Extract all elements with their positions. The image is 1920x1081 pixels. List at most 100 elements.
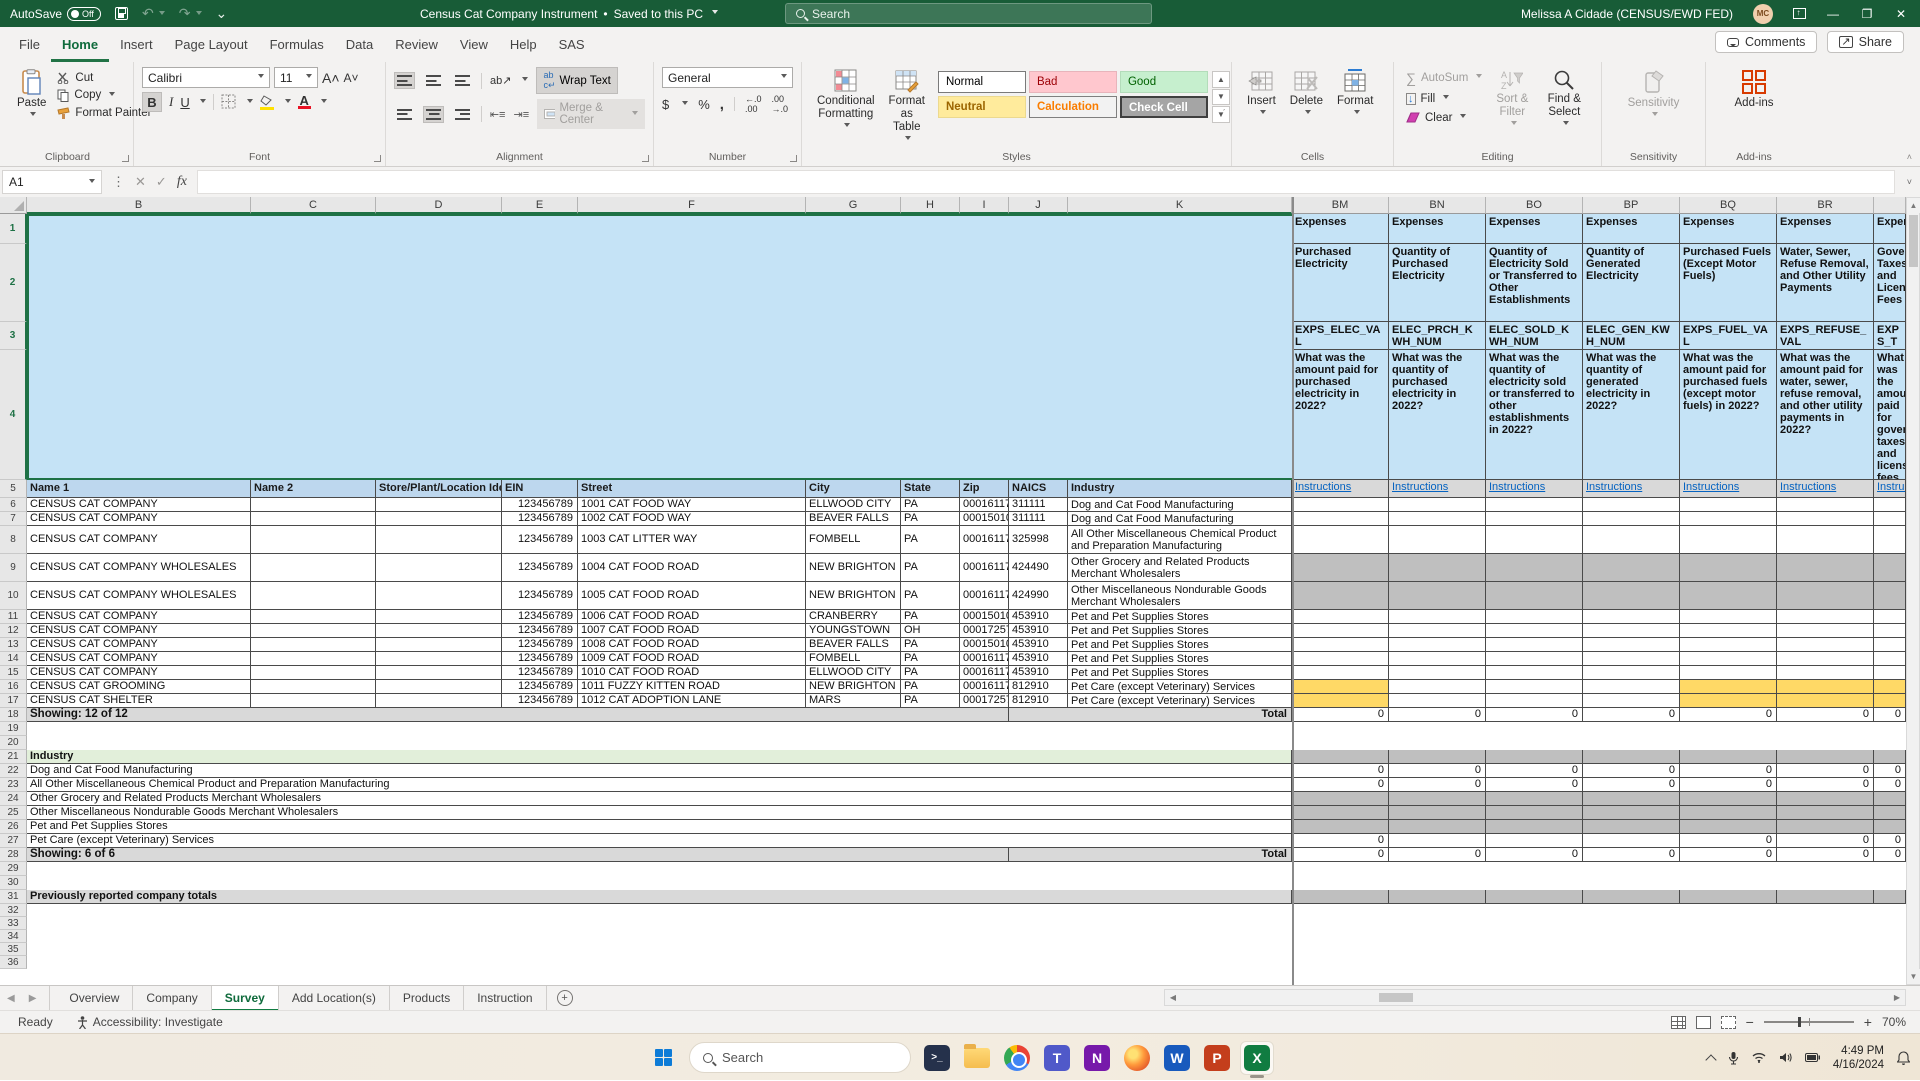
grid-cell[interactable]: 0 [1486,848,1583,862]
zoom-out-icon[interactable]: − [1746,1014,1754,1030]
grid-cell[interactable] [1777,820,1874,834]
grid-cell[interactable]: 0 [1486,764,1583,778]
grid-cell[interactable] [1292,680,1389,694]
find-select-button[interactable]: Find & Select [1538,67,1590,130]
cell-store-plant-location-identification[interactable] [376,610,502,624]
page-layout-view-icon[interactable] [1696,1016,1711,1029]
grid-cell[interactable] [1680,582,1777,610]
column-header-BR[interactable]: BR [1777,197,1874,214]
grid-cell[interactable] [1874,498,1906,512]
grid-cell[interactable] [1874,792,1906,806]
select-all-corner[interactable] [0,197,27,214]
ribbon-tab-help[interactable]: Help [499,27,548,62]
align-right-icon[interactable] [452,106,473,123]
cell-name-1[interactable]: CENSUS CAT SHELTER [27,694,251,708]
cell-ein[interactable]: 123456789 [502,610,578,624]
grid-cell[interactable] [1777,806,1874,820]
page-break-view-icon[interactable] [1721,1016,1736,1029]
cell-name-2[interactable] [251,666,376,680]
grid-cell[interactable] [1389,806,1486,820]
cell-street[interactable]: 1004 CAT FOOD ROAD [578,554,806,582]
battery-icon[interactable] [1805,1053,1820,1062]
cell-street[interactable]: 1012 CAT ADOPTION LANE [578,694,806,708]
vertical-scrollbar[interactable]: ▲ ▼ [1906,197,1920,985]
cell-name-2[interactable] [251,512,376,526]
sort-filter-button[interactable]: AZ Sort & Filter [1486,67,1538,130]
taskbar-app-file-explorer[interactable] [960,1041,994,1075]
row-header-22[interactable]: 22 [0,764,27,778]
formula-input[interactable] [197,170,1895,194]
ribbon-tab-sas[interactable]: SAS [548,27,596,62]
cell-ein[interactable]: 123456789 [502,666,578,680]
row-header-10[interactable]: 10 [0,582,27,610]
cell-name-1[interactable]: CENSUS CAT COMPANY WHOLESALES [27,582,251,610]
grid-body[interactable]: 1234ExpensesPurchased ElectricityEXPS_EL… [0,214,1906,985]
cell-zip[interactable]: 00016117 [960,554,1009,582]
grid-cell[interactable] [1486,806,1583,820]
vertical-scroll-thumb[interactable] [1909,215,1918,267]
borders-icon[interactable] [221,94,237,110]
grid-cell[interactable] [1486,792,1583,806]
grid-cell[interactable] [1777,680,1874,694]
taskbar-app-excel[interactable]: X [1240,1041,1274,1075]
cell-name-1[interactable]: CENSUS CAT COMPANY [27,526,251,554]
grid-cell[interactable] [1292,512,1389,526]
cancel-entry-icon[interactable]: ✕ [135,174,146,190]
cell-zip[interactable]: 00016117 [960,666,1009,680]
zoom-in-icon[interactable]: + [1864,1014,1872,1030]
grid-cell[interactable] [1680,512,1777,526]
grid-cell[interactable] [1583,680,1680,694]
grid-cell[interactable] [1486,652,1583,666]
row-header-17[interactable]: 17 [0,694,27,708]
cell-city[interactable]: NEW BRIGHTON [806,554,901,582]
gallery-down-icon[interactable]: ▼ [1212,89,1230,106]
grid-cell[interactable]: 0 [1292,848,1389,862]
grid-cell[interactable] [1292,806,1389,820]
row-header-33[interactable]: 33 [0,917,27,930]
cell-style-calculation[interactable]: Calculation [1029,96,1117,118]
decrease-decimal-icon[interactable]: .00→.0 [771,94,788,114]
row-header-23[interactable]: 23 [0,778,27,792]
ribbon-tab-view[interactable]: View [449,27,499,62]
cell-naics[interactable]: 311111 [1009,512,1068,526]
percent-format-icon[interactable]: % [698,97,710,112]
grid-cell[interactable] [1292,610,1389,624]
cell-industry[interactable]: All Other Miscellaneous Chemical Product… [1068,526,1292,554]
grid-cell[interactable] [1583,666,1680,680]
table-header-naics[interactable]: NAICS [1009,480,1068,498]
zoom-level[interactable]: 70% [1882,1015,1906,1029]
grid-cell[interactable] [1486,694,1583,708]
comments-button[interactable]: Comments [1715,31,1817,53]
grid-cell[interactable] [1486,666,1583,680]
cell-street[interactable]: 1001 CAT FOOD WAY [578,498,806,512]
grid-cell[interactable] [1389,792,1486,806]
cell-zip[interactable]: 00016117 [960,498,1009,512]
namebox-options-icon[interactable]: ⋮ [112,174,125,190]
grid-cell[interactable] [1486,526,1583,554]
grid-cell[interactable]: 0 [1486,778,1583,792]
cell-name-2[interactable] [251,624,376,638]
cell-name-2[interactable] [251,498,376,512]
cell-name-1[interactable]: CENSUS CAT COMPANY WHOLESALES [27,554,251,582]
orientation-icon[interactable]: ab↗ [490,74,511,87]
grid-cell[interactable] [1777,638,1874,652]
grid-cell[interactable] [1874,624,1906,638]
table-header-zip[interactable]: Zip [960,480,1009,498]
column-header-D[interactable]: D [376,197,502,214]
taskbar-app-chrome[interactable] [1000,1041,1034,1075]
column-header-BP[interactable]: BP [1583,197,1680,214]
gallery-more-icon[interactable]: ▼́ [1212,106,1230,123]
taskbar-app-firefox[interactable] [1120,1041,1154,1075]
grid-cell[interactable] [1389,624,1486,638]
cell-street[interactable]: 1003 CAT LITTER WAY [578,526,806,554]
cell-naics[interactable]: 812910 [1009,694,1068,708]
grid-cell[interactable] [1680,638,1777,652]
cell-name-1[interactable]: CENSUS CAT COMPANY [27,512,251,526]
grid-cell[interactable] [1874,582,1906,610]
grid-cell[interactable] [1680,610,1777,624]
grid-cell[interactable] [1389,498,1486,512]
increase-indent-icon[interactable]: ⇥≡ [513,108,529,121]
restore-button[interactable]: ❐ [1860,7,1874,21]
cell-state[interactable]: PA [901,526,960,554]
name-box[interactable]: A1 [2,170,102,194]
